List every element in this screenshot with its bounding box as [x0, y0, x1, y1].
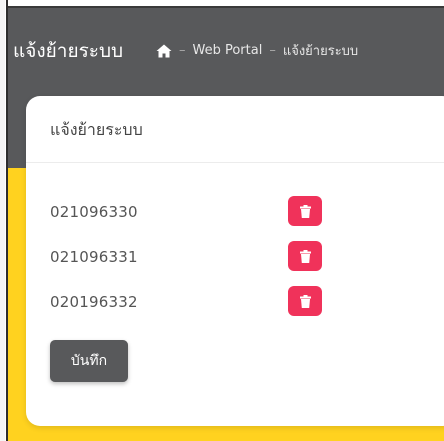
- breadcrumb-current: แจ้งย้ายระบบ: [282, 44, 359, 59]
- card-divider: [26, 162, 444, 163]
- breadcrumb-separator: –: [269, 43, 276, 58]
- save-button[interactable]: บันทึก: [50, 340, 128, 382]
- phone-number: 020196332: [50, 293, 138, 311]
- card-title: แจ้งย้ายระบบ: [50, 120, 143, 139]
- home-icon[interactable]: [156, 44, 172, 58]
- list-item: 021096330: [50, 196, 350, 230]
- left-margin: [0, 0, 5, 441]
- delete-button[interactable]: [288, 196, 322, 226]
- breadcrumb-web-portal[interactable]: Web Portal: [193, 43, 263, 58]
- breadcrumb-separator: –: [179, 43, 186, 58]
- list-item: 020196332: [50, 286, 350, 320]
- breadcrumb: – Web Portal – แจ้งย้ายระบบ: [156, 40, 358, 61]
- trash-icon: [299, 249, 311, 263]
- content-card: แจ้งย้ายระบบ 021096330 021096331 0201963…: [26, 96, 444, 426]
- phone-number: 021096331: [50, 248, 138, 266]
- list-item: 021096331: [50, 241, 350, 275]
- trash-icon: [299, 204, 311, 218]
- page-title: แจ้งย้ายระบบ: [13, 40, 124, 62]
- delete-button[interactable]: [288, 241, 322, 271]
- delete-button[interactable]: [288, 286, 322, 316]
- phone-number: 021096330: [50, 203, 138, 221]
- trash-icon: [299, 294, 311, 308]
- app-window: แจ้งย้ายระบบ – Web Portal – แจ้งย้ายระบบ…: [0, 0, 444, 441]
